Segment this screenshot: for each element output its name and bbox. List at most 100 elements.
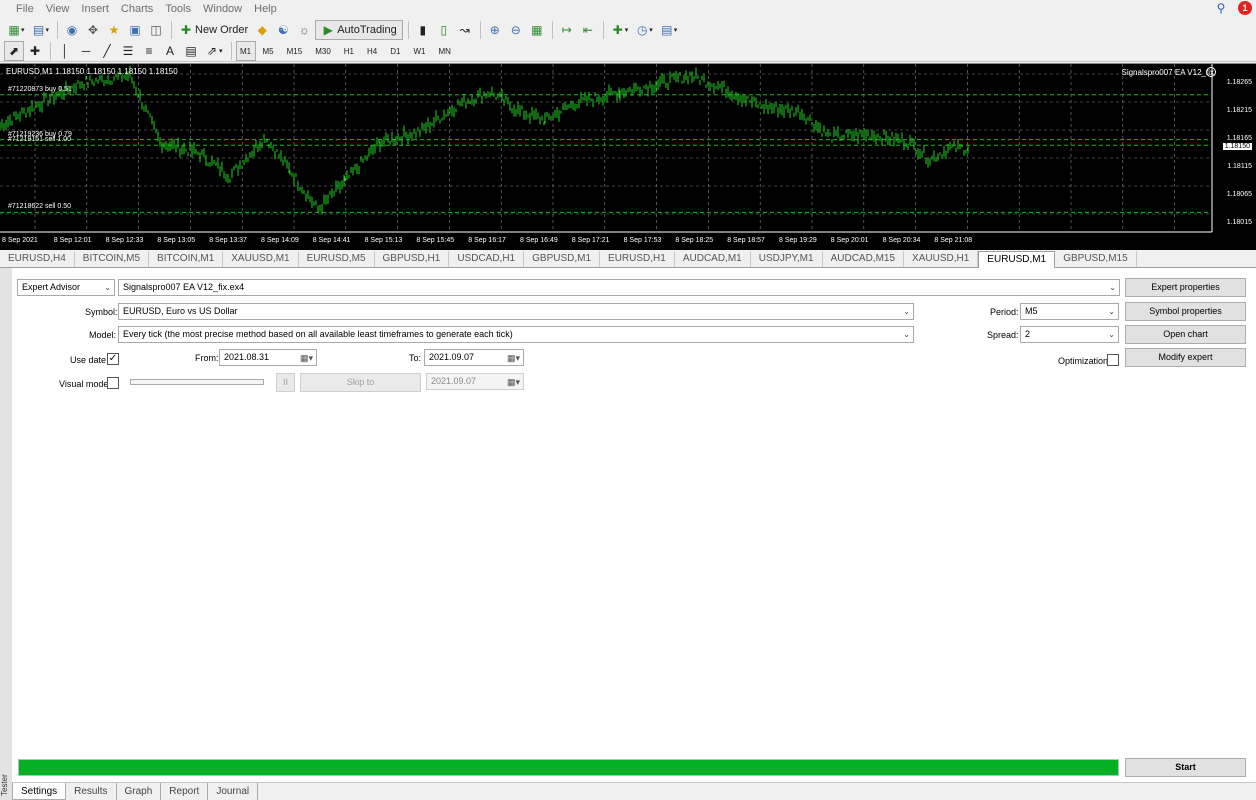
price-tick-label: 1.18150 [1222,143,1252,150]
chart-tab[interactable]: BITCOIN,M5 [75,251,150,267]
timeframe-mn[interactable]: MN [432,41,456,61]
trendline-icon[interactable]: ╱ [97,41,117,61]
use-date-checkbox[interactable]: ✓ [107,353,119,365]
profiles-icon[interactable]: ▤ ▾ [29,20,53,40]
chart-tab[interactable]: XAUUSD,M1 [223,251,299,267]
fibonacci-icon[interactable]: ≡ [139,41,159,61]
vertical-line-icon[interactable]: │ [55,41,75,61]
new-chart-icon[interactable]: ▦ ▾ [4,20,28,40]
data-window-icon[interactable]: ✥ [83,20,103,40]
to-date-field[interactable]: 2021.09.07 ▦▾ [424,349,524,366]
menu-tools[interactable]: Tools [159,0,197,19]
chart-tab[interactable]: USDJPY,M1 [751,251,823,267]
timeframe-d1[interactable]: D1 [384,41,406,61]
terminal-icon[interactable]: ▣ [125,20,145,40]
signals-icon[interactable]: ☯ [273,20,293,40]
visual-speed-slider[interactable] [130,379,264,385]
time-tick-label: 8 Sep 17:53 [623,237,662,244]
menu-charts[interactable]: Charts [115,0,159,19]
channel-icon[interactable]: ☰ [118,41,138,61]
expert-properties-button[interactable]: Expert properties [1125,278,1246,297]
tester-tab-graph[interactable]: Graph [117,783,162,800]
timeframe-m15[interactable]: M15 [281,41,309,61]
zoom-out-icon[interactable]: ⊖ [506,20,526,40]
market-icon[interactable]: ☼ [294,20,314,40]
time-tick-label: 8 Sep 21:08 [934,237,973,244]
price-chart[interactable]: EURUSD,M1 1.18150 1.18150 1.18150 1.1815… [0,63,1256,250]
time-tick-label: 8 Sep 15:13 [364,237,403,244]
periods-icon[interactable]: ◷ ▾ [632,20,656,40]
menu-bar: File View Insert Charts Tools Window Hel… [0,0,1256,19]
tester-tab-results[interactable]: Results [66,783,117,800]
candlestick-icon[interactable]: ▯ [434,20,454,40]
timeframe-m5[interactable]: M5 [257,41,280,61]
symbol-select[interactable]: EURUSD, Euro vs US Dollar ⌄ [118,303,914,320]
auto-scroll-icon[interactable]: ↦ [557,20,577,40]
timeframe-h1[interactable]: H1 [338,41,360,61]
tester-type-select[interactable]: Expert Advisor ⌄ [17,279,115,296]
menu-insert[interactable]: Insert [75,0,115,19]
new-order-button[interactable]: ✚ New Order [176,20,251,40]
skip-to-button[interactable]: Skip to [300,373,421,392]
chart-tab[interactable]: GBPUSD,M1 [524,251,601,267]
chart-tab[interactable]: EURUSD,M5 [299,251,375,267]
menu-window[interactable]: Window [197,0,248,19]
chart-tab[interactable]: GBPUSD,M15 [1055,251,1137,267]
zoom-in-icon[interactable]: ⊕ [485,20,505,40]
templates-icon[interactable]: ▤ ▾ [657,20,681,40]
pause-button[interactable]: II [276,373,295,392]
menu-help[interactable]: Help [248,0,283,19]
navigator-icon[interactable]: ★ [104,20,124,40]
timeframe-w1[interactable]: W1 [407,41,431,61]
model-select[interactable]: Every tick (the most precise method base… [118,326,914,343]
timeframe-h4[interactable]: H4 [361,41,383,61]
chart-tab[interactable]: USDCAD,H1 [449,251,525,267]
skip-to-date-field[interactable]: 2021.09.07 ▦▾ [426,373,524,390]
timeframe-m30[interactable]: M30 [309,41,337,61]
chart-tab[interactable]: EURUSD,H1 [600,251,675,267]
search-icon[interactable]: ⚲ [1214,1,1228,15]
metaeditor-icon[interactable]: ◆ [252,20,272,40]
open-chart-button[interactable]: Open chart [1125,325,1246,344]
text-label-icon[interactable]: ▤ [181,41,201,61]
symbol-properties-button[interactable]: Symbol properties [1125,302,1246,321]
arrows-icon[interactable]: ⇗ ▾ [202,41,226,61]
cursor-icon[interactable]: ⬈ [4,41,24,61]
chart-tab[interactable]: GBPUSD,H1 [375,251,450,267]
expert-select[interactable]: Signalspro007 EA V12_fix.ex4 ⌄ [118,279,1120,296]
visual-mode-checkbox[interactable] [107,377,119,389]
chart-tab[interactable]: EURUSD,M1 [978,251,1056,269]
tester-tab-settings[interactable]: Settings [12,783,67,800]
indicators-icon[interactable]: ✚ ▾ [608,20,632,40]
chart-tab[interactable]: EURUSD,H4 [0,251,75,267]
notification-badge[interactable]: 1 [1238,1,1252,15]
line-chart-icon[interactable]: ↝ [455,20,475,40]
timeframe-m1[interactable]: M1 [235,41,256,61]
from-date-field[interactable]: 2021.08.31 ▦▾ [219,349,317,366]
tester-tab-report[interactable]: Report [161,783,209,800]
period-select[interactable]: M5 ⌄ [1020,303,1119,320]
spread-select[interactable]: 2 ⌄ [1020,326,1119,343]
menu-view[interactable]: View [40,0,76,19]
text-icon[interactable]: A [160,41,180,61]
chart-tab[interactable]: BITCOIN,M1 [149,251,224,267]
horizontal-line-icon[interactable]: ─ [76,41,96,61]
market-watch-icon[interactable]: ◉ [62,20,82,40]
chart-tab[interactable]: XAUUSD,H1 [904,251,979,267]
optimization-checkbox[interactable] [1107,354,1119,366]
bar-chart-icon[interactable]: ▮ [413,20,433,40]
tester-tab-journal[interactable]: Journal [208,783,259,800]
drawing-toolbar: ⬈ ✚ │ ─ ╱ ☰ ≡ A ▤ ⇗ ▾ M1 M5 M15 M30 H1 H4… [0,41,1256,62]
chart-tab[interactable]: AUDCAD,M1 [675,251,751,267]
crosshair-icon[interactable]: ✚ [25,41,45,61]
tile-windows-icon[interactable]: ▦ [527,20,547,40]
chart-tab[interactable]: AUDCAD,M15 [823,251,905,267]
modify-expert-button[interactable]: Modify expert [1125,348,1246,367]
strategy-tester-icon[interactable]: ◫ [146,20,166,40]
price-tick-label: 1.18165 [1226,134,1252,142]
order-label: #71218622 sell 0.50 [8,203,72,211]
autotrading-button[interactable]: ▶ AutoTrading [315,20,403,40]
chart-shift-icon[interactable]: ⇤ [578,20,598,40]
start-button[interactable]: Start [1125,758,1246,777]
menu-file[interactable]: File [10,0,40,19]
